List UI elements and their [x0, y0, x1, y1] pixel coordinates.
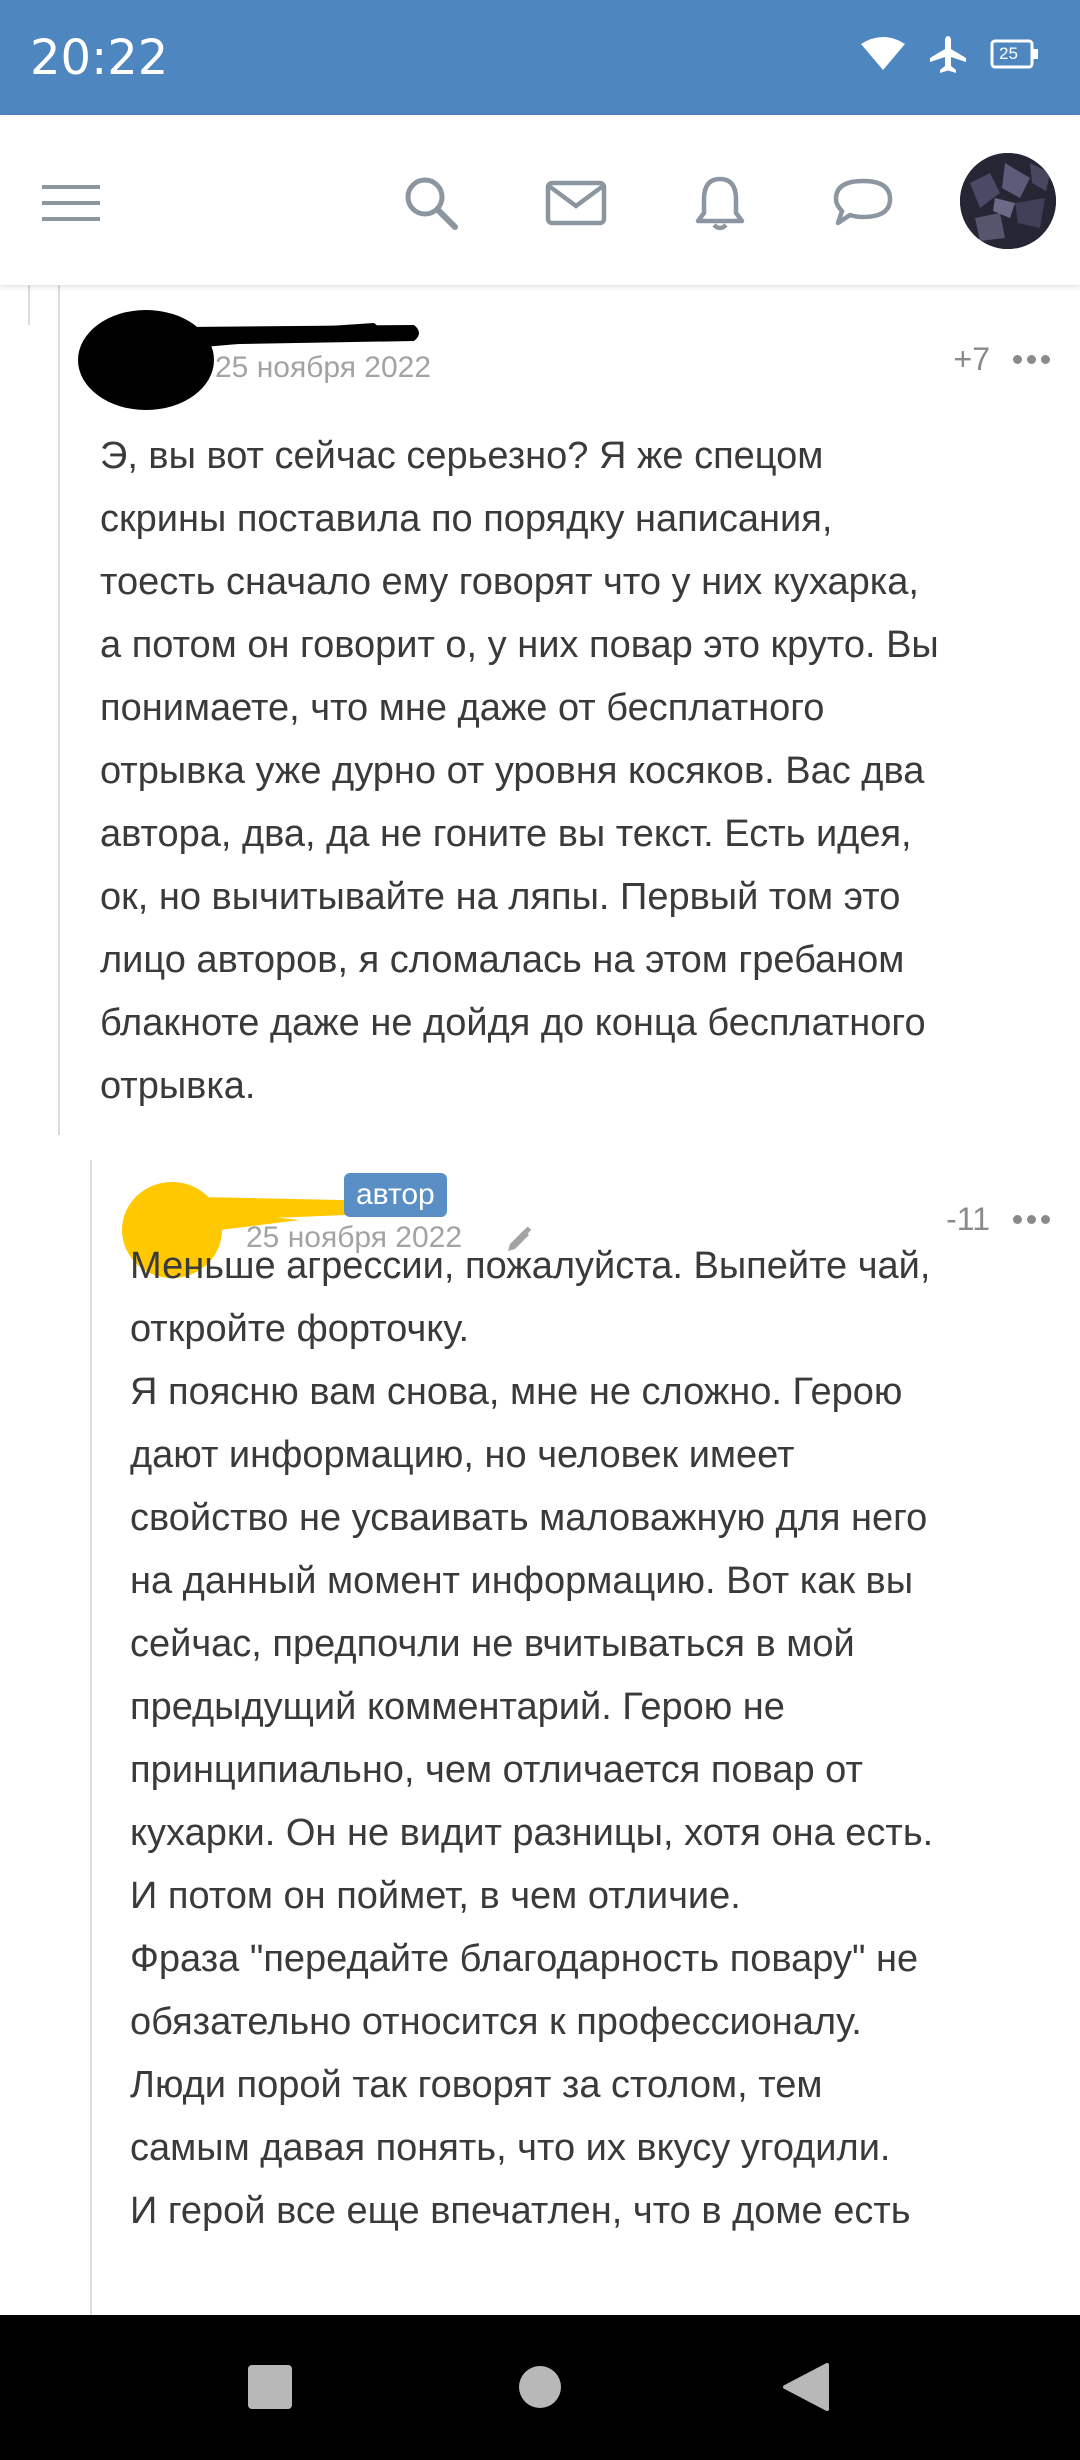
airplane-mode-icon	[928, 34, 968, 79]
comment-score: +7	[953, 341, 990, 377]
more-options-icon[interactable]	[1013, 1215, 1050, 1224]
thread-guide	[58, 285, 60, 1135]
comment-text: Э, вы вот сейчас серьезно? Я же спецом с…	[100, 435, 939, 1107]
thread-guide	[28, 285, 30, 325]
back-icon[interactable]	[774, 2355, 838, 2419]
author-badge: автор	[344, 1173, 447, 1217]
status-bar: 20:22 25	[0, 0, 1080, 115]
battery-icon: 25	[990, 39, 1040, 74]
mail-icon[interactable]	[543, 170, 609, 236]
recents-icon[interactable]	[238, 2355, 302, 2419]
wifi-icon	[860, 36, 906, 77]
app-header	[0, 115, 1080, 285]
comment-text: Меньше агрессии, пожалуйста. Выпейте чай…	[130, 1245, 934, 2232]
menu-icon[interactable]	[38, 170, 104, 236]
comments-thread: 25 ноября 2022 +7 Э, вы вот сейчас серье…	[0, 285, 1080, 2315]
home-icon[interactable]	[508, 2355, 572, 2419]
system-nav-bar	[0, 2315, 1080, 2460]
search-icon[interactable]	[398, 170, 464, 236]
thread-guide	[90, 1160, 92, 2315]
user-avatar[interactable]	[960, 153, 1056, 249]
status-time: 20:22	[30, 30, 169, 86]
battery-level: 25	[999, 43, 1018, 63]
more-options-icon[interactable]	[1013, 355, 1050, 364]
bell-icon[interactable]	[687, 170, 753, 236]
comment-score: -11	[946, 1201, 990, 1237]
chat-icon[interactable]	[830, 170, 896, 236]
comment-date: 25 ноября 2022	[215, 351, 432, 384]
